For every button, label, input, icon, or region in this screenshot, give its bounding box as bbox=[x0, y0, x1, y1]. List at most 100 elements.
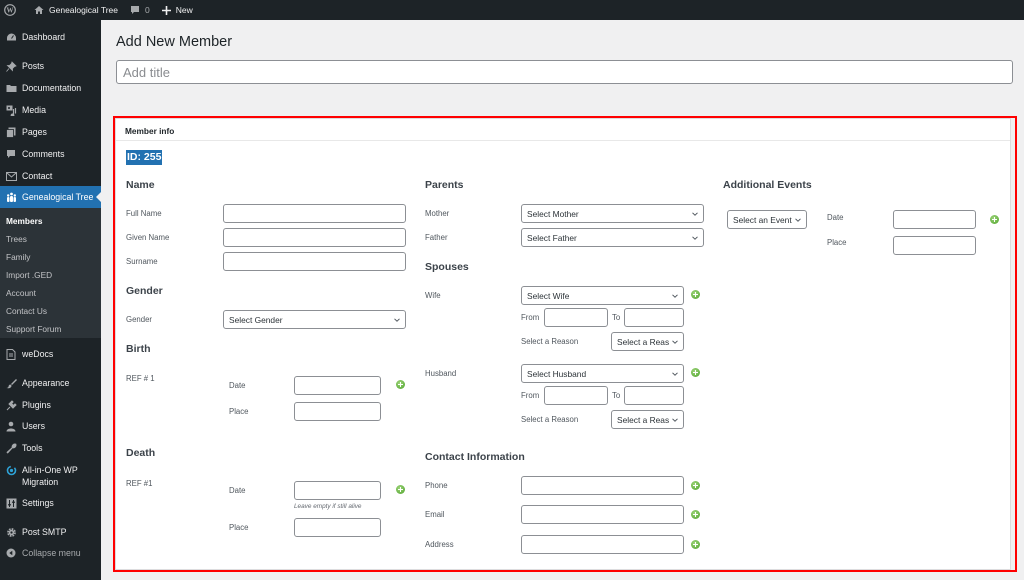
sidebar-item-contact[interactable]: Contact bbox=[0, 170, 101, 182]
sidebar-item-dashboard[interactable]: Dashboard bbox=[0, 31, 101, 43]
user-icon bbox=[5, 420, 17, 432]
sidebar-item-documentation[interactable]: Documentation bbox=[0, 82, 101, 94]
submenu-item-members[interactable]: Members bbox=[6, 216, 42, 226]
admin-sidebar: Dashboard Posts Documentation Media Page… bbox=[0, 20, 101, 580]
add-email-button[interactable] bbox=[691, 510, 700, 519]
submenu-item-trees[interactable]: Trees bbox=[6, 234, 27, 244]
chevron-down-icon bbox=[672, 372, 678, 376]
chevron-down-icon bbox=[671, 416, 679, 424]
add-phone-button[interactable] bbox=[691, 481, 700, 490]
wife-to-input[interactable] bbox=[624, 308, 684, 327]
husband-reason-select[interactable]: Select a Reas bbox=[611, 410, 684, 429]
add-event-button[interactable] bbox=[990, 215, 999, 224]
sidebar-item-media[interactable]: Media bbox=[0, 104, 101, 116]
collapse-menu-button[interactable]: Collapse menu bbox=[0, 547, 101, 559]
surname-label: Surname bbox=[126, 257, 158, 266]
envelope-icon bbox=[5, 170, 17, 182]
given-name-input[interactable] bbox=[223, 228, 406, 247]
comments-link[interactable]: 0 bbox=[124, 0, 156, 20]
email-label: Email bbox=[425, 510, 445, 519]
sidebar-item-comments[interactable]: Comments bbox=[0, 148, 101, 160]
address-input[interactable] bbox=[521, 535, 684, 554]
add-birth-button[interactable] bbox=[396, 380, 405, 389]
add-husband-button[interactable] bbox=[691, 368, 700, 377]
submenu-item-support-forum[interactable]: Support Forum bbox=[6, 324, 61, 334]
husband-reason-label: Select a Reason bbox=[521, 415, 579, 424]
name-heading: Name bbox=[126, 179, 155, 191]
sidebar-item-appearance[interactable]: Appearance bbox=[0, 377, 101, 389]
birth-ref-label: REF # 1 bbox=[126, 374, 155, 383]
wife-reason-label: Select a Reason bbox=[521, 337, 579, 346]
wife-reason-select[interactable]: Select a Reas bbox=[611, 332, 684, 351]
sidebar-item-plugins[interactable]: Plugins bbox=[0, 399, 101, 411]
event-place-input[interactable] bbox=[893, 236, 976, 255]
sidebar-item-tools[interactable]: Tools bbox=[0, 442, 101, 454]
submenu-item-account[interactable]: Account bbox=[6, 288, 36, 298]
event-date-label: Date bbox=[827, 213, 844, 222]
sidebar-item-genealogical-tree[interactable]: Genealogical Tree bbox=[0, 186, 101, 208]
mother-select[interactable]: Select Mother bbox=[521, 204, 704, 223]
gender-heading: Gender bbox=[126, 285, 163, 297]
sliders-icon bbox=[5, 497, 17, 509]
sidebar-item-label: Users bbox=[22, 421, 45, 431]
sidebar-item-label-line2: Migration bbox=[22, 477, 59, 487]
paintbrush-icon bbox=[5, 377, 17, 389]
gender-select[interactable]: Select Gender bbox=[223, 310, 406, 329]
sidebar-item-post-smtp[interactable]: Post SMTP bbox=[0, 526, 101, 538]
husband-to-input[interactable] bbox=[624, 386, 684, 405]
wife-from-label: From bbox=[521, 313, 540, 322]
page-title: Add New Member bbox=[116, 34, 233, 50]
death-ref-label: REF #1 bbox=[126, 479, 153, 488]
wife-select-value: Select Wife bbox=[527, 290, 570, 301]
email-input[interactable] bbox=[521, 505, 684, 524]
sidebar-item-label: Media bbox=[22, 105, 46, 115]
sidebar-item-label: Documentation bbox=[22, 83, 82, 93]
add-death-button[interactable] bbox=[396, 485, 405, 494]
submenu-item-family[interactable]: Family bbox=[6, 252, 30, 262]
comment-icon bbox=[5, 148, 17, 160]
wife-from-input[interactable] bbox=[544, 308, 608, 327]
add-wife-button[interactable] bbox=[691, 290, 700, 299]
spouses-heading: Spouses bbox=[425, 261, 469, 273]
sidebar-item-pages[interactable]: Pages bbox=[0, 126, 101, 138]
full-name-input[interactable] bbox=[223, 204, 406, 223]
gender-label: Gender bbox=[126, 315, 153, 324]
father-select-value: Select Father bbox=[527, 232, 577, 243]
birth-date-input[interactable] bbox=[294, 376, 381, 395]
new-content-link[interactable]: New bbox=[156, 0, 199, 20]
husband-from-input[interactable] bbox=[544, 386, 608, 405]
site-name-link[interactable]: Genealogical Tree bbox=[28, 0, 124, 20]
wordpress-logo-button[interactable]: W bbox=[0, 0, 28, 20]
sidebar-item-label: Dashboard bbox=[22, 32, 66, 42]
phone-input[interactable] bbox=[521, 476, 684, 495]
sidebar-item-settings[interactable]: Settings bbox=[0, 497, 101, 509]
address-label: Address bbox=[425, 540, 454, 549]
submenu-item-import-ged[interactable]: Import .GED bbox=[6, 270, 52, 280]
event-date-input[interactable] bbox=[893, 210, 976, 229]
sidebar-item-wedocs[interactable]: weDocs bbox=[0, 348, 101, 360]
father-select[interactable]: Select Father bbox=[521, 228, 704, 247]
husband-select[interactable]: Select Husband bbox=[521, 364, 684, 383]
gender-select-value: Select Gender bbox=[229, 314, 283, 325]
wife-select[interactable]: Select Wife bbox=[521, 286, 684, 305]
sidebar-item-label: Genealogical Tree bbox=[22, 192, 94, 202]
home-icon bbox=[34, 6, 44, 14]
member-id: ID: 255 bbox=[126, 150, 163, 165]
sidebar-item-all-in-one-wp-migration[interactable]: All-in-One WP Migration bbox=[0, 464, 101, 488]
death-place-input[interactable] bbox=[294, 518, 381, 537]
death-date-label: Date bbox=[229, 486, 246, 495]
chevron-down-icon bbox=[672, 294, 678, 298]
surname-input[interactable] bbox=[223, 252, 406, 271]
folder-icon bbox=[5, 82, 17, 94]
sidebar-item-users[interactable]: Users bbox=[0, 420, 101, 432]
parents-heading: Parents bbox=[425, 179, 464, 191]
gear-icon bbox=[5, 526, 17, 538]
add-address-button[interactable] bbox=[691, 540, 700, 549]
death-date-input[interactable] bbox=[294, 481, 381, 500]
admin-bar: W Genealogical Tree 0 New bbox=[0, 0, 1024, 20]
title-input[interactable] bbox=[116, 60, 1013, 84]
submenu-item-contact-us[interactable]: Contact Us bbox=[6, 306, 47, 316]
sidebar-item-posts[interactable]: Posts bbox=[0, 60, 101, 72]
birth-place-input[interactable] bbox=[294, 402, 381, 421]
event-type-select[interactable]: Select an Event bbox=[727, 210, 807, 229]
